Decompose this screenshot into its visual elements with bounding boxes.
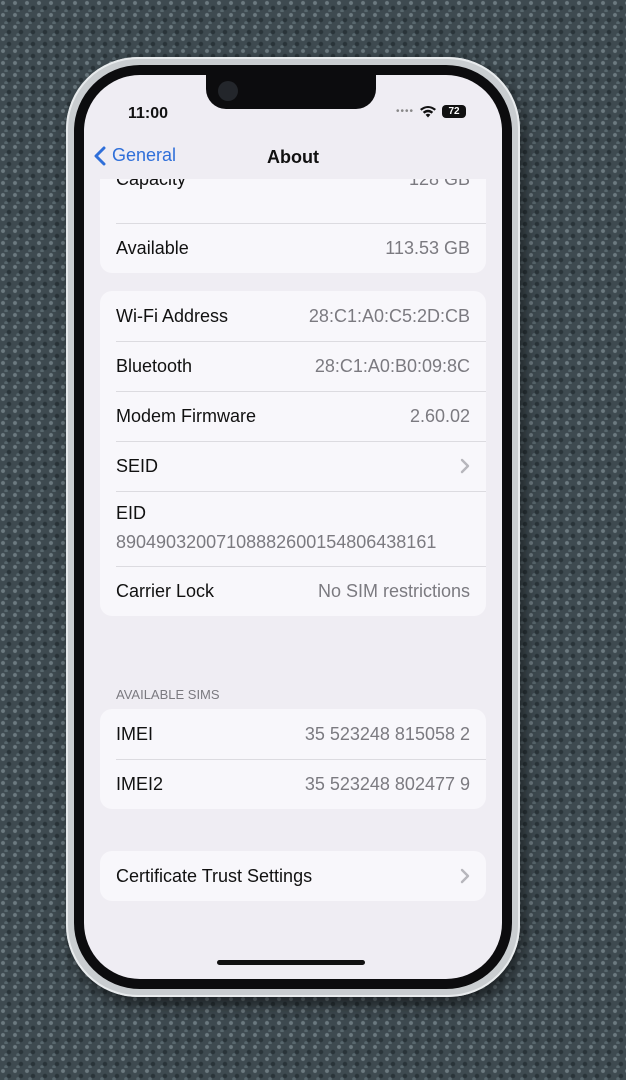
eid-row: EID 89049032007108882600154806438161 [100, 491, 486, 566]
camera-icon [218, 81, 238, 101]
status-icons: •••• 72 [396, 105, 466, 118]
available-label: Available [116, 237, 189, 258]
modem-row: Modem Firmware 2.60.02 [100, 391, 486, 441]
phone-frame: 11:00 •••• 72 General About Capacity 128… [66, 57, 520, 997]
seid-label: SEID [116, 455, 159, 476]
screen: 11:00 •••• 72 General About Capacity 128… [84, 75, 502, 979]
carrier-lock-label: Carrier Lock [116, 580, 215, 601]
modem-value: 2.60.02 [409, 405, 470, 426]
modem-label: Modem Firmware [116, 405, 257, 426]
chevron-right-icon [460, 458, 470, 474]
available-value: 113.53 GB [385, 237, 470, 258]
phone-bezel: 11:00 •••• 72 General About Capacity 128… [74, 65, 512, 989]
wifi-label: Wi-Fi Address [116, 305, 229, 326]
imei2-label: IMEI2 [116, 773, 164, 794]
imei-value: 35 523248 815058 2 [304, 723, 470, 744]
bluetooth-value: 28:C1:A0:B0:09:8C [314, 355, 470, 376]
nav-bar: General About [84, 139, 502, 179]
imei-row: IMEI 35 523248 815058 2 [100, 709, 486, 759]
page-title: About [267, 147, 319, 167]
seid-row[interactable]: SEID [100, 441, 486, 491]
home-indicator[interactable] [217, 960, 365, 965]
battery-icon: 72 [442, 105, 466, 118]
status-time: 11:00 [128, 105, 169, 122]
eid-label: EID [116, 503, 147, 523]
certificate-trust-settings-row[interactable]: Certificate Trust Settings [100, 851, 486, 901]
network-group: Wi-Fi Address 28:C1:A0:C5:2D:CB Bluetoot… [100, 291, 486, 616]
imei-label: IMEI [116, 723, 154, 744]
available-row: Available 113.53 GB [100, 223, 486, 273]
signal-dots-icon: •••• [395, 106, 414, 117]
sims-group: IMEI 35 523248 815058 2 IMEI2 35 523248 … [100, 709, 486, 809]
available-sims-header: AVAILABLE SIMS [116, 687, 220, 702]
carrier-lock-row: Carrier Lock No SIM restrictions [100, 566, 486, 616]
battery-level: 72 [448, 106, 460, 117]
wifi-value: 28:C1:A0:C5:2D:CB [308, 305, 470, 326]
imei2-value: 35 523248 802477 9 [304, 773, 470, 794]
chevron-right-icon [460, 868, 470, 884]
bluetooth-label: Bluetooth [116, 355, 193, 376]
eid-value: 89049032007108882600154806438161 [116, 532, 437, 552]
certificate-trust-label: Certificate Trust Settings [116, 865, 313, 886]
notch [206, 75, 376, 109]
carrier-lock-value: No SIM restrictions [317, 580, 470, 601]
wifi-row: Wi-Fi Address 28:C1:A0:C5:2D:CB [100, 291, 486, 341]
imei2-row: IMEI2 35 523248 802477 9 [100, 759, 486, 809]
bluetooth-row: Bluetooth 28:C1:A0:B0:09:8C [100, 341, 486, 391]
wifi-icon [420, 105, 436, 117]
certificate-group: Certificate Trust Settings [100, 851, 486, 901]
